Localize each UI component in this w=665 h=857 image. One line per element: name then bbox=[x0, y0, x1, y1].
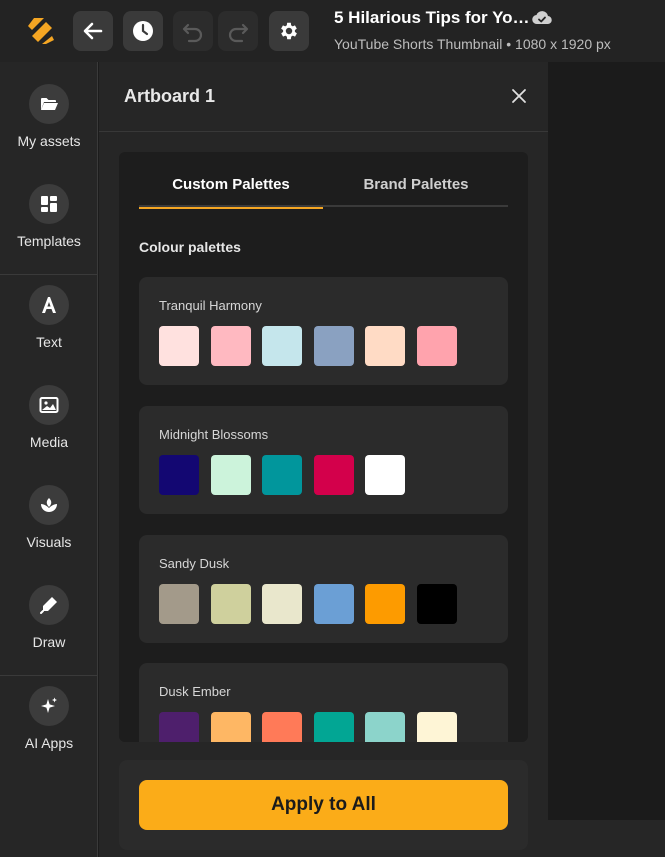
sidebar-item-ai-apps[interactable]: AI Apps bbox=[0, 686, 98, 751]
sidebar-item-label: Media bbox=[29, 434, 69, 450]
color-swatch[interactable] bbox=[416, 584, 457, 624]
redo-icon bbox=[228, 23, 249, 43]
text-icon bbox=[42, 297, 56, 313]
section-heading: Colour palettes bbox=[139, 239, 241, 255]
sidebar-item-media[interactable]: Media bbox=[0, 385, 98, 450]
sidebar-item-label: Draw bbox=[32, 634, 66, 650]
palettes-card: Custom Palettes Brand Palettes Colour pa… bbox=[119, 152, 528, 742]
color-swatch[interactable] bbox=[262, 455, 302, 495]
apply-to-all-button[interactable]: Apply to All bbox=[139, 780, 508, 830]
left-sidebar: My assets Templates Text Media Visuals D… bbox=[0, 62, 98, 857]
palette-name: Tranquil Harmony bbox=[159, 298, 262, 313]
color-swatch[interactable] bbox=[313, 326, 354, 366]
sidebar-divider bbox=[0, 675, 98, 676]
close-icon[interactable] bbox=[509, 86, 529, 106]
color-swatch[interactable] bbox=[262, 712, 302, 742]
sidebar-item-visuals[interactable]: Visuals bbox=[0, 485, 98, 550]
palette-name: Midnight Blossoms bbox=[159, 427, 269, 442]
color-swatch[interactable] bbox=[365, 584, 405, 624]
image-icon bbox=[39, 397, 59, 413]
color-swatch[interactable] bbox=[159, 712, 199, 742]
pen-icon bbox=[40, 597, 57, 614]
sidebar-item-label: Templates bbox=[17, 233, 81, 249]
sidebar-divider bbox=[0, 274, 98, 275]
palette-card[interactable]: Tranquil Harmony bbox=[139, 277, 508, 385]
folder-icon bbox=[41, 98, 58, 110]
palette-card[interactable]: Dusk Ember bbox=[139, 663, 508, 742]
color-swatch[interactable] bbox=[210, 712, 251, 742]
palette-card[interactable]: Sandy Dusk bbox=[139, 535, 508, 643]
cloud-saved-icon bbox=[532, 11, 552, 25]
redo-button[interactable] bbox=[218, 11, 258, 51]
sidebar-item-draw[interactable]: Draw bbox=[0, 585, 98, 650]
canvas-footer bbox=[548, 820, 665, 857]
sidebar-item-my-assets[interactable]: My assets bbox=[0, 84, 98, 149]
color-swatch[interactable] bbox=[313, 712, 354, 742]
palette-swatches bbox=[159, 326, 468, 366]
color-swatch[interactable] bbox=[159, 326, 199, 366]
undo-icon bbox=[182, 23, 203, 43]
palette-swatches bbox=[159, 584, 468, 624]
sidebar-item-label: AI Apps bbox=[24, 735, 74, 751]
artboard-panel: Artboard 1 Custom Palettes Brand Palette… bbox=[99, 62, 548, 857]
color-swatch[interactable] bbox=[262, 584, 302, 624]
history-button[interactable] bbox=[123, 11, 163, 51]
document-format: YouTube Shorts Thumbnail • 1080 x 1920 p… bbox=[334, 36, 611, 52]
sparkle-icon bbox=[41, 697, 57, 713]
gear-icon bbox=[281, 22, 297, 40]
palette-name: Dusk Ember bbox=[159, 684, 231, 699]
clock-icon bbox=[133, 21, 153, 41]
color-swatch[interactable] bbox=[210, 584, 251, 624]
color-swatch[interactable] bbox=[365, 455, 405, 495]
color-swatch[interactable] bbox=[159, 584, 199, 624]
color-swatch[interactable] bbox=[159, 455, 199, 495]
settings-button[interactable] bbox=[269, 11, 309, 51]
color-swatch[interactable] bbox=[210, 455, 251, 495]
sidebar-item-label: Text bbox=[36, 334, 62, 350]
color-swatch[interactable] bbox=[416, 326, 457, 366]
color-swatch[interactable] bbox=[313, 584, 354, 624]
panel-title: Artboard 1 bbox=[124, 86, 216, 106]
document-title[interactable]: 5 Hilarious Tips for Yo… bbox=[334, 8, 530, 28]
templates-icon bbox=[41, 196, 57, 212]
color-swatch[interactable] bbox=[365, 326, 405, 366]
apply-bar: Apply to All bbox=[119, 760, 528, 850]
undo-button[interactable] bbox=[173, 11, 213, 51]
color-swatch[interactable] bbox=[313, 455, 354, 495]
arrow-left-icon bbox=[83, 22, 103, 40]
color-swatch[interactable] bbox=[416, 712, 457, 742]
sidebar-item-label: My assets bbox=[17, 133, 81, 149]
sidebar-item-templates[interactable]: Templates bbox=[0, 184, 98, 249]
top-bar: 5 Hilarious Tips for Yo… YouTube Shorts … bbox=[0, 0, 665, 62]
sidebar-item-text[interactable]: Text bbox=[0, 285, 98, 350]
tab-brand-palettes[interactable]: Brand Palettes bbox=[324, 172, 508, 207]
color-swatch[interactable] bbox=[262, 326, 302, 366]
app-logo-icon[interactable] bbox=[24, 14, 58, 48]
palette-tabs: Custom Palettes Brand Palettes bbox=[139, 172, 508, 209]
visuals-icon bbox=[41, 498, 57, 512]
canvas-area[interactable] bbox=[548, 62, 665, 857]
color-swatch[interactable] bbox=[365, 712, 405, 742]
color-swatch[interactable] bbox=[210, 326, 251, 366]
palette-swatches bbox=[159, 455, 417, 495]
palette-name: Sandy Dusk bbox=[159, 556, 230, 571]
tab-custom-palettes[interactable]: Custom Palettes bbox=[139, 172, 323, 209]
panel-divider bbox=[99, 131, 548, 132]
sidebar-item-label: Visuals bbox=[26, 534, 72, 550]
back-button[interactable] bbox=[73, 11, 113, 51]
palette-card[interactable]: Midnight Blossoms bbox=[139, 406, 508, 514]
palette-swatches bbox=[159, 712, 468, 742]
